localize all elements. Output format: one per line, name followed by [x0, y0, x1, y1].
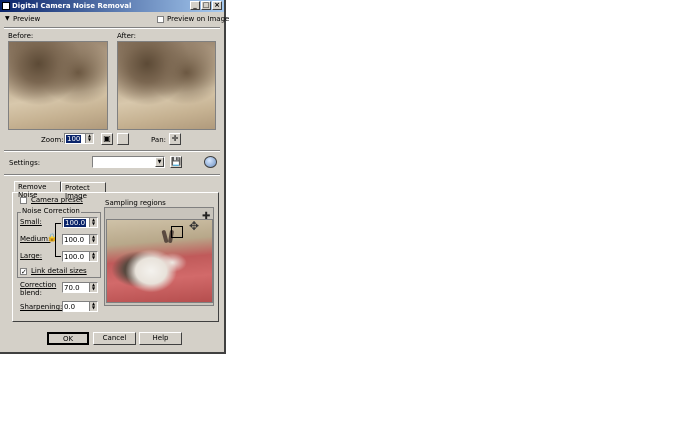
divider	[4, 150, 220, 152]
spin-arrows-icon[interactable]: ▲ ▼	[89, 302, 97, 311]
spin-arrows-icon[interactable]: ▲ ▼	[85, 134, 93, 143]
sharpening-value: 0.0	[64, 303, 76, 311]
crosshair-icon[interactable]: ✚	[202, 212, 210, 222]
spin-arrows-icon[interactable]: ▲ ▼	[89, 235, 97, 244]
link-bracket	[55, 223, 61, 257]
settings-dropdown[interactable]: ▼	[92, 156, 165, 168]
correction-blend-spinner[interactable]: 70.0 ▲ ▼	[62, 282, 98, 293]
divider	[4, 174, 220, 176]
after-label: After:	[117, 32, 137, 40]
correction-blend-value: 70.0	[64, 284, 80, 292]
medium-label: Medium:	[20, 235, 51, 243]
move-cursor-icon: ✥	[189, 219, 200, 233]
large-label: Large:	[20, 252, 43, 260]
preview-on-image-checkbox[interactable]	[157, 16, 164, 23]
app-icon	[2, 2, 10, 10]
settings-label: Settings:	[9, 159, 41, 167]
sharpening-spinner[interactable]: 0.0 ▲ ▼	[62, 301, 98, 312]
medium-value: 100.0	[64, 236, 85, 244]
sampling-regions-label: Sampling regions	[105, 199, 166, 207]
large-value: 100.0	[64, 253, 85, 261]
title-bar: Digital Camera Noise Removal _ □ ×	[0, 0, 224, 12]
pan-icon[interactable]: ✛	[169, 133, 181, 145]
window-title: Digital Camera Noise Removal	[12, 2, 132, 10]
remove-noise-panel: Camera preset Noise Correction Small: 10…	[12, 192, 219, 322]
zoom-to-fit-icon[interactable]: ▣	[101, 133, 113, 145]
correction-blend-label-2: blend:	[20, 289, 42, 297]
zoom-spinner[interactable]: 100 ▲ ▼	[64, 133, 94, 144]
spin-arrows-icon[interactable]: ▲ ▼	[89, 283, 97, 292]
pan-label: Pan:	[151, 136, 166, 144]
spin-arrows-icon[interactable]: ▲ ▼	[89, 218, 97, 227]
camera-preset-label: Camera preset	[31, 196, 83, 204]
correction-blend-label: Correction	[20, 281, 57, 289]
large-spinner[interactable]: 100.0 ▲ ▼	[62, 251, 98, 262]
sharpening-label: Sharpening:	[20, 303, 63, 311]
noise-correction-label: Noise Correction	[21, 207, 81, 215]
ok-button[interactable]: OK	[47, 332, 89, 345]
spin-arrows-icon[interactable]: ▲ ▼	[89, 252, 97, 261]
before-preview-image[interactable]	[8, 41, 108, 130]
save-icon[interactable]: 💾	[170, 156, 182, 168]
cancel-button[interactable]: Cancel	[93, 332, 136, 345]
after-preview-image[interactable]	[117, 41, 216, 130]
zoom-reset-icon[interactable]	[117, 133, 129, 145]
reset-defaults-icon[interactable]	[204, 156, 217, 168]
maximize-button[interactable]: □	[201, 1, 211, 10]
sampling-region-box[interactable]	[171, 226, 183, 238]
preview-toggle[interactable]: Preview	[13, 15, 40, 23]
tab-remove-noise[interactable]: Remove Noise	[14, 181, 61, 199]
small-spinner[interactable]: 100.0 ▲ ▼	[62, 217, 98, 228]
lock-icon[interactable]: 🔒	[47, 233, 57, 242]
medium-spinner[interactable]: 100.0 ▲ ▼	[62, 234, 98, 245]
close-button[interactable]: ×	[212, 1, 222, 10]
preview-on-image-label: Preview on Image	[167, 15, 230, 23]
zoom-label: Zoom:	[41, 136, 64, 144]
small-label: Small:	[20, 218, 42, 226]
before-label: Before:	[8, 32, 34, 40]
zoom-value: 100	[66, 135, 82, 143]
help-button[interactable]: Help	[139, 332, 182, 345]
divider	[4, 27, 220, 29]
caret-down-icon[interactable]: ▼	[5, 15, 10, 22]
chevron-down-icon[interactable]: ▼	[155, 157, 164, 167]
link-detail-sizes-checkbox[interactable]: ✓	[20, 268, 27, 276]
small-value: 100.0	[64, 219, 87, 227]
link-detail-sizes-label: Link detail sizes	[31, 267, 87, 275]
noise-removal-dialog: Digital Camera Noise Removal _ □ × ▼ Pre…	[0, 0, 230, 354]
minimize-button[interactable]: _	[190, 1, 200, 10]
